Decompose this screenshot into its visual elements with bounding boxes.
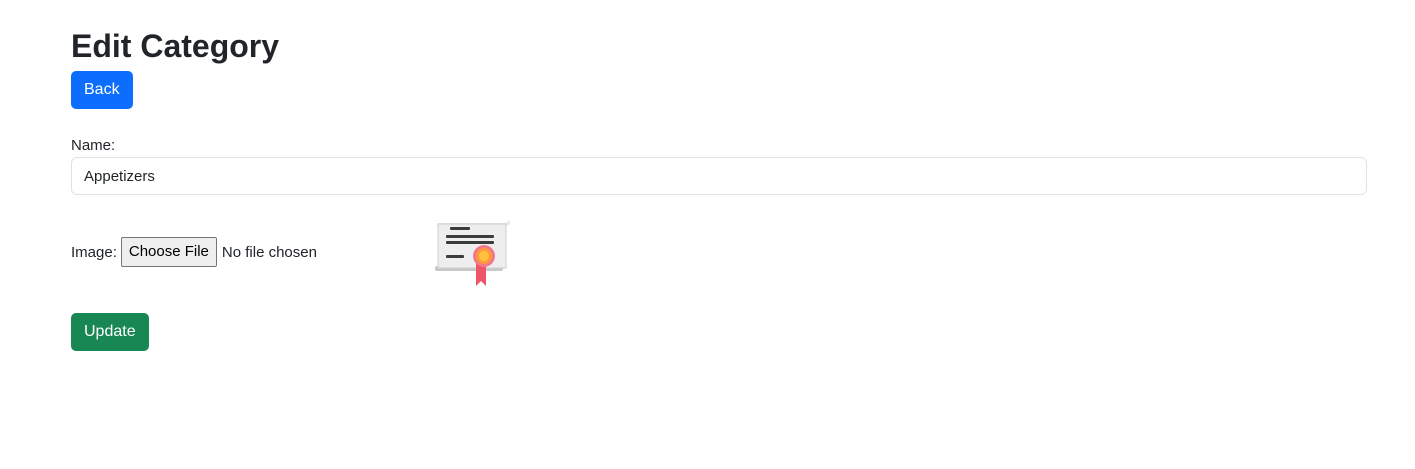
seal-inner: [479, 251, 489, 261]
image-upload-row: Image: Choose File No file chosen: [71, 237, 317, 267]
page-title: Edit Category: [71, 28, 280, 64]
update-button[interactable]: Update: [71, 313, 149, 351]
choose-file-button[interactable]: Choose File: [120, 237, 217, 267]
name-label: Name:: [71, 137, 116, 154]
name-input[interactable]: [71, 157, 1367, 195]
file-status: No file chosen: [221, 243, 317, 261]
certificate-line-4: [446, 255, 464, 258]
certificate-sheet: [437, 223, 507, 269]
image-label: Image:: [71, 243, 117, 261]
certificate-icon: [435, 220, 510, 286]
back-button[interactable]: Back: [71, 71, 133, 109]
certificate-line-3: [446, 241, 494, 244]
certificate-line-2: [446, 235, 494, 238]
certificate-line-1: [450, 227, 470, 230]
